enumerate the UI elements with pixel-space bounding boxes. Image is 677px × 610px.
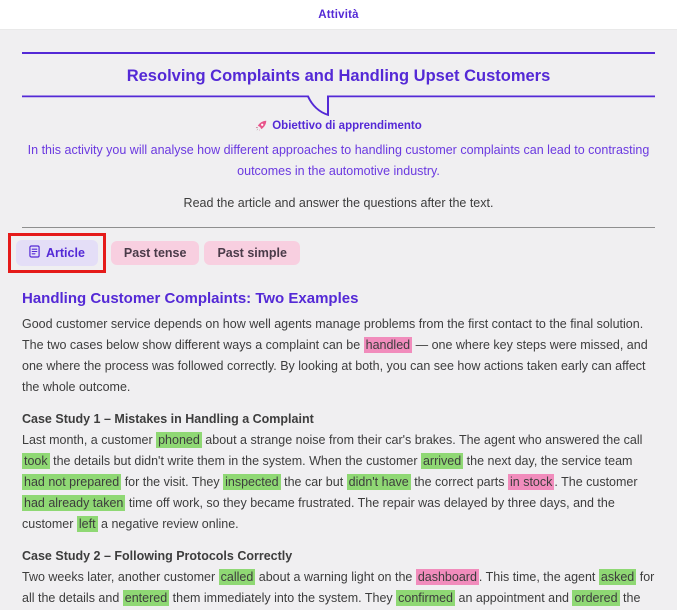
text-segment: Two weeks later, another customer [22, 570, 219, 584]
text-segment: a negative review online. [98, 517, 239, 531]
tab-past-tense-label: Past tense [124, 246, 187, 260]
tab-past-simple-label: Past simple [217, 246, 286, 260]
highlighted-term: called [219, 569, 256, 585]
text-segment: the details but didn't write them in the… [50, 454, 421, 468]
case-study-2-heading: Case Study 2 – Following Protocols Corre… [22, 549, 655, 563]
tab-past-tense[interactable]: Past tense [111, 241, 200, 265]
tab-bar: Article Past tense Past simple [22, 233, 655, 273]
text-segment: about a strange noise from their car's b… [202, 433, 643, 447]
article-document-icon [29, 245, 40, 261]
case-study-1-paragraph: Last month, a customer phoned about a st… [22, 430, 655, 535]
highlighted-term: didn't have [347, 474, 411, 490]
activity-page: Attività Resolving Complaints and Handli… [0, 0, 677, 610]
page-title: Attività [318, 9, 359, 21]
text-segment: the next day, the service team [463, 454, 632, 468]
instruction-text: Read the article and answer the question… [22, 196, 655, 210]
text-segment: for the visit. They [121, 475, 223, 489]
activity-title: Resolving Complaints and Handling Upset … [22, 67, 655, 86]
tab-article-label: Article [46, 246, 85, 260]
rocket-icon [255, 120, 267, 132]
highlighted-term: inspected [223, 474, 281, 490]
text-segment: . This time, the agent [479, 570, 599, 584]
highlighted-term: phoned [156, 432, 202, 448]
tab-past-simple[interactable]: Past simple [204, 241, 299, 265]
article-heading: Handling Customer Complaints: Two Exampl… [22, 290, 655, 307]
text-segment: about a warning light on the [255, 570, 416, 584]
highlighted-term: took [22, 453, 50, 469]
highlighted-term: handled [364, 337, 413, 353]
highlighted-term: dashboard [416, 569, 479, 585]
highlighted-term: in stock [508, 474, 554, 490]
content-area: Resolving Complaints and Handling Upset … [0, 52, 677, 610]
speech-bubble-tail [22, 95, 655, 119]
text-segment: the car but [281, 475, 347, 489]
text-segment: an appointment and [455, 591, 572, 605]
objective-label-row: Obiettivo di apprendimento [22, 120, 655, 132]
text-segment: them immediately into the system. They [169, 591, 396, 605]
highlighted-term: asked [599, 569, 636, 585]
objective-text: In this activity you will analyse how di… [22, 140, 655, 181]
article-body: Handling Customer Complaints: Two Exampl… [22, 290, 655, 610]
article-intro-paragraph: Good customer service depends on how wel… [22, 314, 655, 398]
tabs-top-divider [22, 227, 655, 228]
text-segment: . The customer [554, 475, 637, 489]
text-segment: the correct parts [411, 475, 508, 489]
highlighted-term: arrived [421, 453, 463, 469]
case-study-1-heading: Case Study 1 – Mistakes in Handling a Co… [22, 412, 655, 426]
highlighted-term: ordered [572, 590, 619, 606]
tab-article[interactable]: Article [16, 240, 98, 266]
highlighted-term: confirmed [396, 590, 455, 606]
text-segment: Last month, a customer [22, 433, 156, 447]
title-top-divider [22, 52, 655, 54]
highlighted-term: had already taken [22, 495, 125, 511]
highlighted-term: left [77, 516, 98, 532]
case-study-2-paragraph: Two weeks later, another customer called… [22, 567, 655, 610]
highlighted-term: had not prepared [22, 474, 121, 490]
highlighted-term: entered [123, 590, 169, 606]
selection-annotation-box: Article [8, 233, 106, 273]
objective-label: Obiettivo di apprendimento [272, 120, 422, 132]
top-bar: Attività [0, 0, 677, 30]
